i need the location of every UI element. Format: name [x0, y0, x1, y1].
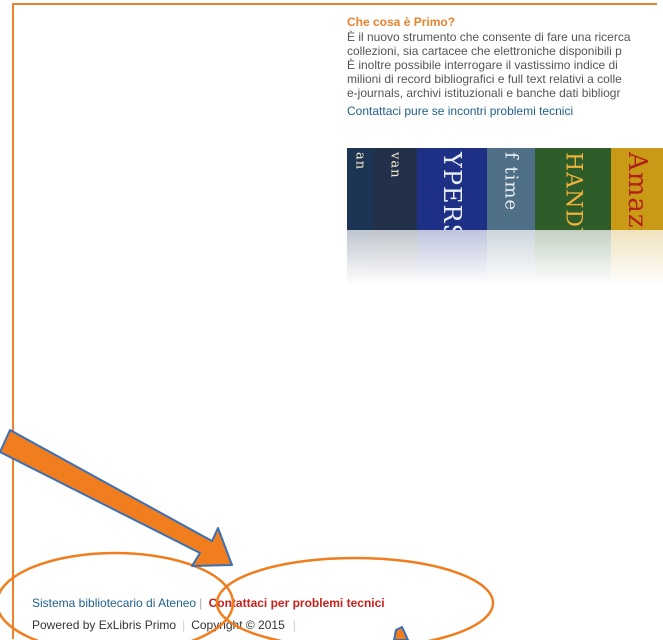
info-line: È il nuovo strumento che consente di far… [347, 30, 631, 44]
info-line: milioni di record bibliografici e full t… [347, 72, 622, 86]
info-line: e-journals, archivi istituzionali e banc… [347, 86, 621, 100]
info-line: collezioni, sia cartacee che elettronich… [347, 44, 622, 58]
library-system-link[interactable]: Sistema bibliotecario di Ateneo [32, 596, 196, 610]
info-contact-link[interactable]: Contattaci pure se incontri problemi tec… [347, 104, 663, 118]
powered-by-text: Powered by ExLibris Primo [32, 618, 177, 632]
book-spine: an [347, 148, 373, 230]
footer-credits: Powered by ExLibris Primo | Copyright © 20… [32, 618, 296, 632]
info-title: Che cosa è Primo? [347, 15, 456, 29]
book-spine: van [373, 148, 417, 230]
book-spine: Amazing [611, 148, 663, 230]
contact-support-link[interactable]: Contattaci per problemi tecnici [209, 596, 385, 610]
primo-info-panel: Che cosa è Primo? È il nuovo strumento c… [347, 15, 663, 118]
books-banner-image: an van YPERSPAC f time HANDY SC Amazing [347, 148, 663, 288]
book-spine: HANDY SC [535, 148, 611, 230]
book-spine: f time [487, 148, 535, 230]
book-spine: YPERSPAC [417, 148, 487, 230]
info-line: È inoltre possibile interrogare il vasti… [347, 58, 618, 72]
copyright-text: Copyright © 2015 [191, 618, 285, 632]
footer-links: Sistema bibliotecario di Ateneo | Contatt… [32, 596, 385, 610]
